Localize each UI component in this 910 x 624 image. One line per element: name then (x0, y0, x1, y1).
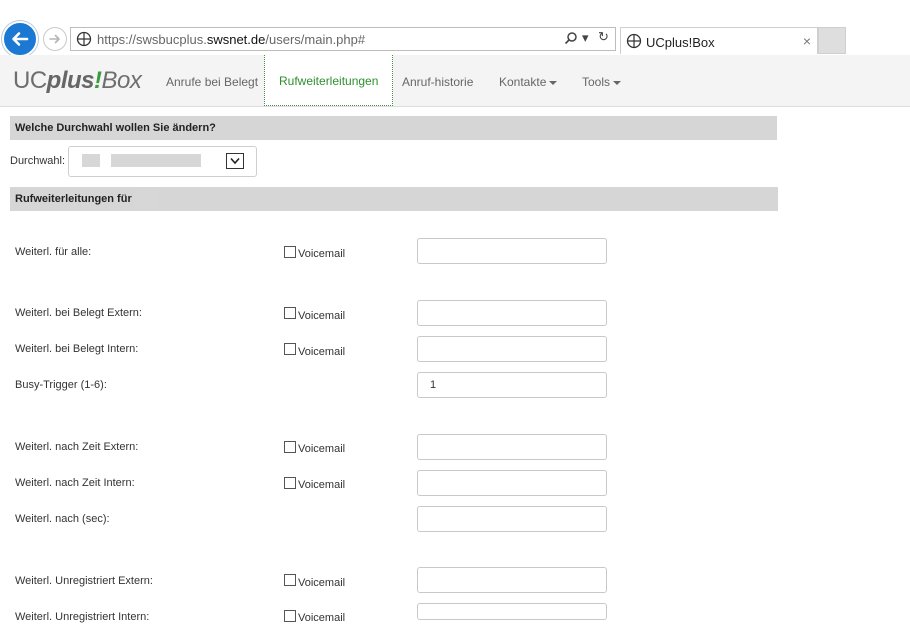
forward-target-input[interactable] (417, 567, 607, 593)
browser-tab[interactable]: UCplus!Box × (620, 27, 818, 54)
forward-target-input[interactable] (417, 470, 607, 496)
row-label: Weiterl. für alle: (15, 246, 92, 258)
voicemail-checkbox[interactable] (284, 574, 296, 586)
nav-tools[interactable]: Tools (582, 75, 622, 89)
browser-chrome: https://swsbucplus.swsnet.de/users/main.… (0, 0, 910, 57)
caret-down-icon (613, 80, 622, 85)
arrow-right-icon (49, 34, 60, 44)
app-navbar: UCplus!Box Anrufe bei Belegt Rufweiterle… (0, 55, 910, 107)
back-button[interactable] (2, 21, 38, 57)
forward-target-input[interactable] (417, 434, 607, 460)
voicemail-checkbox[interactable] (284, 307, 296, 319)
refresh-icon[interactable]: ↻ (598, 29, 609, 45)
redacted-value (111, 154, 201, 167)
voicemail-checkbox[interactable] (284, 477, 296, 489)
voicemail-label: Voicemail (298, 346, 346, 358)
nav-rufweiterleitungen-label: Rufweiterleitungen (279, 74, 379, 88)
nav-kontakte[interactable]: Kontakte (499, 75, 558, 89)
redacted-extension (135, 189, 159, 209)
globe-icon (76, 31, 92, 47)
busy-trigger-input[interactable] (417, 372, 607, 398)
nav-anrufe-bei-belegt[interactable]: Anrufe bei Belegt (166, 75, 258, 89)
forward-delay-input[interactable] (417, 506, 607, 532)
chevron-down-icon[interactable] (226, 153, 244, 169)
row-label: Weiterl. bei Belegt Extern: (15, 307, 142, 319)
app-logo[interactable]: UCplus!Box (13, 68, 142, 94)
forward-target-input[interactable] (417, 238, 607, 264)
caret-down-icon (549, 80, 558, 85)
chevron-down-icon[interactable]: ▾ (582, 30, 589, 46)
row-label: Weiterl. nach Zeit Intern: (15, 477, 135, 489)
forward-target-input[interactable] (417, 603, 607, 620)
close-icon[interactable]: × (803, 33, 811, 49)
durchwahl-label: Durchwahl: (10, 155, 66, 167)
nav-anruf-historie[interactable]: Anruf-historie (402, 75, 473, 89)
voicemail-label: Voicemail (298, 479, 346, 491)
row-label: Weiterl. bei Belegt Intern: (15, 343, 139, 355)
voicemail-label: Voicemail (298, 443, 346, 455)
row-label: Weiterl. Unregistriert Extern: (15, 575, 153, 587)
voicemail-label: Voicemail (298, 248, 346, 260)
voicemail-checkbox[interactable] (284, 343, 296, 355)
nav-rufweiterleitungen[interactable]: Rufweiterleitungen (264, 55, 394, 106)
forwarding-heading: Rufweiterleitungen für (10, 187, 778, 211)
row-label: Weiterl. nach (sec): (15, 513, 110, 525)
forward-target-input[interactable] (417, 300, 607, 326)
voicemail-label: Voicemail (298, 577, 346, 589)
row-label: Weiterl. Unregistriert Intern: (15, 611, 150, 623)
forward-button[interactable] (43, 27, 67, 51)
voicemail-checkbox[interactable] (284, 246, 296, 258)
redacted-value (82, 154, 100, 167)
durchwahl-heading: Welche Durchwahl wollen Sie ändern? (10, 116, 777, 140)
new-tab-button[interactable] (818, 27, 846, 54)
forwarding-heading-text: Rufweiterleitungen für (15, 193, 132, 205)
voicemail-label: Voicemail (298, 612, 346, 624)
address-bar[interactable]: https://swsbucplus.swsnet.de/users/main.… (70, 27, 616, 51)
forward-target-input[interactable] (417, 336, 607, 362)
durchwahl-select[interactable] (68, 146, 257, 177)
globe-icon (626, 33, 642, 49)
search-icon[interactable] (564, 31, 578, 48)
voicemail-checkbox[interactable] (284, 441, 296, 453)
url-text: https://swsbucplus.swsnet.de/users/main.… (97, 32, 366, 47)
arrow-left-icon (12, 32, 29, 46)
nav-tools-label: Tools (582, 75, 611, 89)
tab-title: UCplus!Box (646, 35, 715, 50)
voicemail-checkbox[interactable] (284, 610, 296, 622)
row-label: Busy-Trigger (1-6): (15, 379, 107, 391)
row-label: Weiterl. nach Zeit Extern: (15, 441, 139, 453)
nav-kontakte-label: Kontakte (499, 75, 547, 89)
voicemail-label: Voicemail (298, 310, 346, 322)
